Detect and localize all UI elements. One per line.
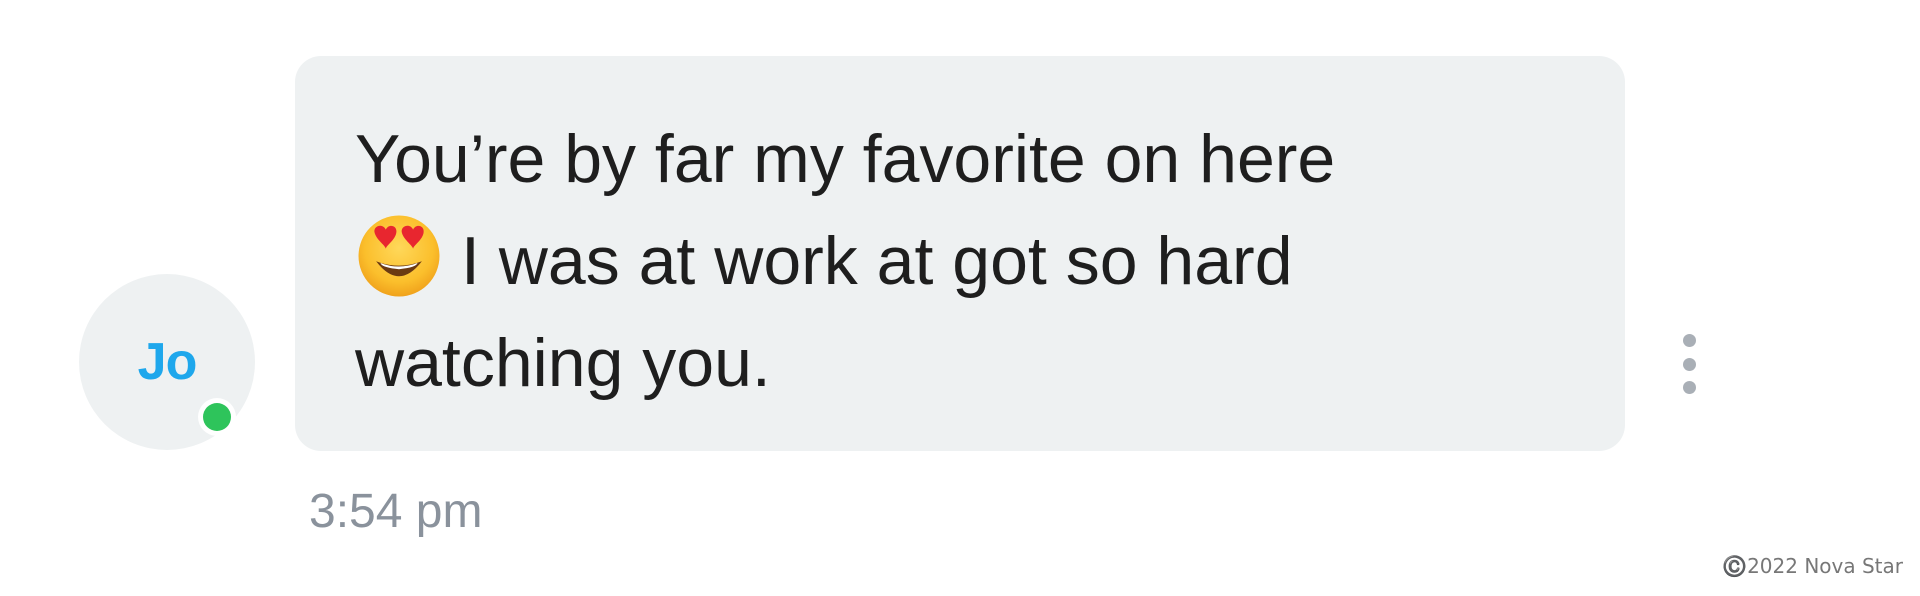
more-options-button[interactable] (1675, 334, 1703, 394)
heart-eyes-emoji-icon (358, 215, 440, 297)
message-line-2: I was at work at got so hard (461, 223, 1293, 299)
message-bubble[interactable]: You’re by far my favorite on here I was … (295, 56, 1625, 451)
online-status-badge (198, 398, 236, 436)
ellipsis-dot (1682, 357, 1696, 371)
ellipsis-dot (1682, 381, 1696, 394)
message-timestamp: 3:54 pm (309, 485, 483, 538)
message-text: You’re by far my favorite on here I was … (355, 108, 1585, 414)
online-dot-icon (203, 403, 231, 431)
copyright-text: ©️2022 Nova Star (1722, 554, 1903, 578)
avatar-initials: Jo (137, 333, 198, 391)
message-line-1: You’re by far my favorite on here (355, 121, 1336, 197)
message-line-3: watching you. (355, 325, 771, 401)
vertical-ellipsis-icon (1682, 334, 1696, 347)
